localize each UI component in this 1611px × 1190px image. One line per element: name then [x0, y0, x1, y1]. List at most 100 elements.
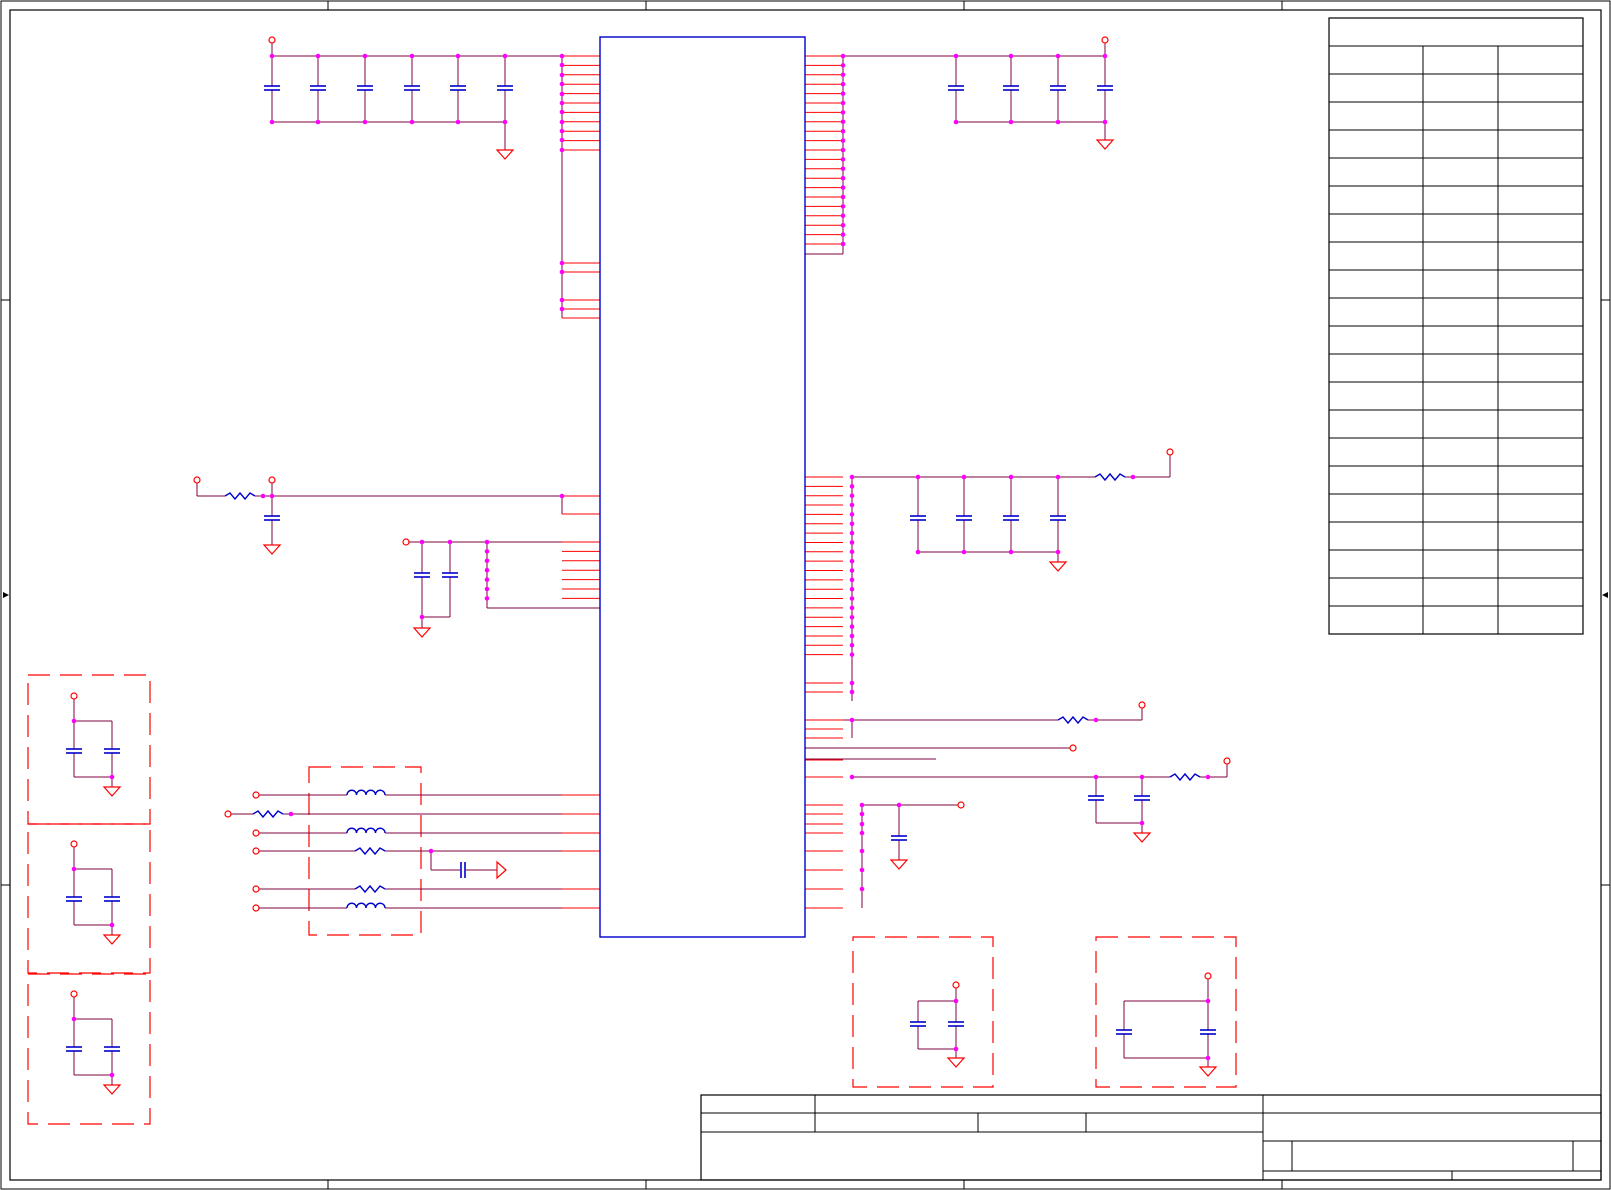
junction-dot: [849, 614, 855, 620]
capacitor-icon: [460, 862, 466, 878]
ground-icon: [262, 544, 282, 555]
main-ic-outline: [599, 36, 806, 938]
junction-dot: [559, 147, 565, 153]
junction-dot: [419, 614, 425, 620]
junction-dot: [849, 689, 855, 695]
junction-dot: [559, 493, 565, 499]
junction-dot: [859, 811, 865, 817]
main-ic-body: [599, 36, 806, 938]
junction-dot: [71, 718, 77, 724]
resistor-icon: [224, 491, 256, 501]
capacitor-icon: [1200, 1029, 1216, 1035]
junction-dot: [840, 175, 846, 181]
power-port-icon: [1101, 36, 1109, 44]
junction-dot: [849, 540, 855, 545]
resistor-icon: [1094, 472, 1126, 482]
arrow-marker-icon: [3, 592, 9, 598]
resistor-icon: [1169, 772, 1201, 782]
junction-dot: [1055, 53, 1061, 59]
capacitor-icon: [910, 515, 926, 521]
junction-dot: [109, 774, 115, 780]
capacitor-icon: [1088, 795, 1104, 801]
capacitor-icon: [1116, 1029, 1132, 1035]
capacitor-icon: [404, 85, 420, 91]
junction-dot: [1008, 549, 1014, 555]
junction-dot: [840, 91, 846, 96]
junction-dot: [1008, 474, 1014, 480]
junction-dot: [840, 119, 846, 125]
ic-pin-stubs: [562, 55, 843, 909]
junction-dot: [559, 62, 565, 68]
junction-dot: [849, 717, 855, 723]
junction-dot: [362, 53, 368, 59]
junction-dot: [896, 802, 902, 808]
capacitor-icon: [1134, 795, 1150, 801]
junction-dot: [840, 147, 846, 153]
junction-dot: [559, 72, 565, 78]
components: [66, 36, 1231, 1095]
junction-dot: [559, 53, 565, 59]
junction-dot: [840, 232, 846, 237]
junction-dot: [269, 493, 275, 499]
power-port-icon: [1138, 701, 1146, 709]
junction-dot: [840, 53, 846, 59]
junction-dot: [1093, 774, 1099, 780]
junction-dot: [559, 119, 565, 125]
capacitor-icon: [948, 85, 964, 91]
junction-dot: [859, 867, 865, 873]
junction-dot: [840, 213, 846, 219]
capacitor-icon: [891, 835, 907, 841]
net-port-icon: [252, 829, 260, 837]
decoupling-group-box: [27, 973, 151, 1125]
junction-dot: [840, 110, 846, 115]
junction-dot: [288, 811, 294, 817]
net-port-icon: [252, 791, 260, 799]
junction-dot: [71, 1016, 77, 1022]
junction-dot: [109, 1072, 115, 1078]
junction-dot: [849, 502, 855, 508]
junction-dot: [840, 138, 846, 143]
junction-dot: [840, 204, 846, 209]
junction-dot: [849, 633, 855, 639]
junction-dot: [840, 166, 846, 172]
junction-dot: [484, 567, 490, 573]
junction-dot: [840, 241, 846, 247]
junction-dot: [269, 119, 275, 125]
junction-dot: [484, 549, 490, 554]
title-block: [700, 1094, 1602, 1181]
decoupling-group-box: [27, 823, 151, 974]
capacitor-icon: [442, 572, 458, 578]
junction-dot: [1139, 820, 1145, 826]
net-port-icon: [252, 847, 260, 855]
junction-dot: [428, 848, 434, 854]
junction-dot: [840, 157, 846, 162]
junction-dot: [484, 586, 490, 592]
junction-dot: [849, 549, 855, 555]
ground-icon: [102, 934, 122, 945]
junction-dot: [502, 119, 508, 125]
junction-dot: [849, 624, 855, 629]
power-port-icon: [268, 36, 276, 44]
junction-dot: [559, 306, 565, 312]
junction-dot: [849, 643, 855, 648]
capacitor-icon: [1050, 515, 1066, 521]
junction-dot: [269, 53, 275, 59]
junction-dot: [849, 577, 855, 583]
junction-dot: [484, 558, 490, 564]
capacitor-icon: [910, 1021, 926, 1027]
junction-dot: [1055, 549, 1061, 555]
junction-dot: [409, 119, 415, 125]
junction-dot: [953, 53, 959, 59]
junction-dot: [849, 530, 855, 536]
junction-dot: [484, 539, 490, 545]
junction-dot: [859, 830, 865, 836]
inductor-icon: [346, 827, 386, 834]
capacitor-icon: [66, 896, 82, 902]
capacitor-icon: [1003, 515, 1019, 521]
title-block-border: [700, 1094, 1602, 1181]
junction-dot: [840, 128, 846, 134]
junction-dot: [849, 512, 855, 517]
junction-dot: [1205, 998, 1211, 1004]
junction-dot: [71, 866, 77, 872]
capacitor-icon: [1097, 85, 1113, 91]
